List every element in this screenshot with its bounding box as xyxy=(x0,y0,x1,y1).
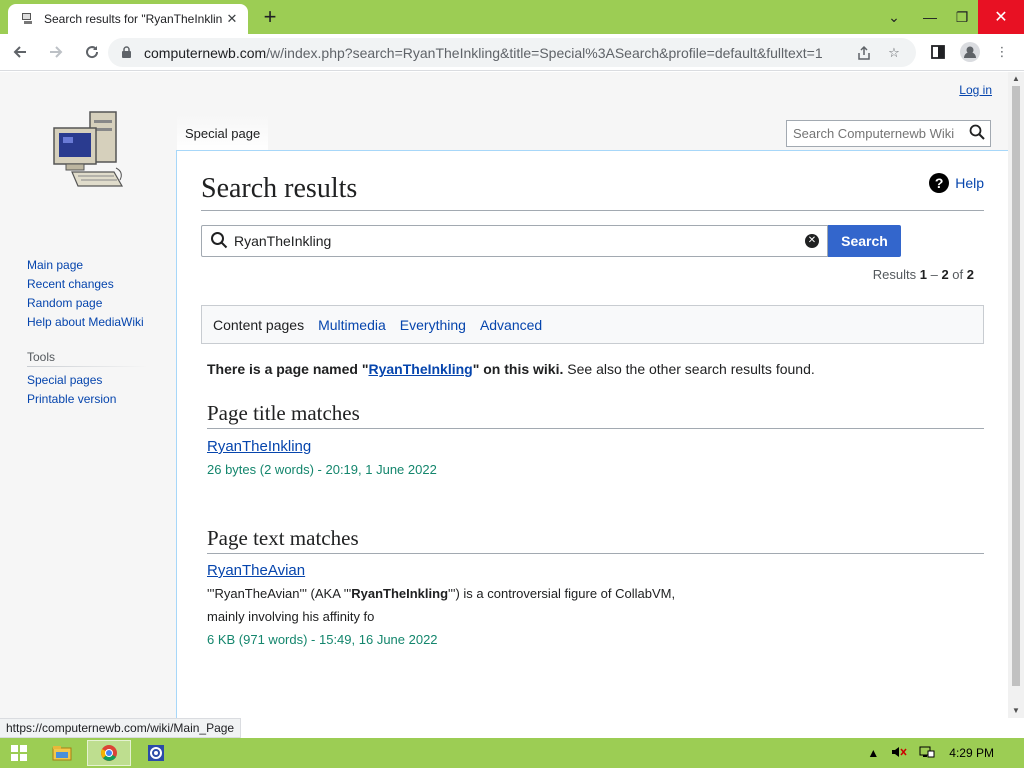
tab-multimedia[interactable]: Multimedia xyxy=(318,317,386,333)
taskbar-clock[interactable]: 4:29 PM xyxy=(949,746,994,760)
header-search[interactable] xyxy=(786,120,991,147)
title-match-result: RyanTheInkling 26 bytes (2 words) - 20:1… xyxy=(207,435,437,481)
volume-muted-icon[interactable] xyxy=(891,745,907,762)
sidebar-item-special-pages[interactable]: Special pages xyxy=(27,371,147,390)
forward-button[interactable] xyxy=(40,36,72,68)
main-search-form: ✕ Search xyxy=(201,225,901,257)
sidebar-item-recent-changes[interactable]: Recent changes xyxy=(27,275,144,294)
tab-search-icon[interactable]: ⌄ xyxy=(874,0,914,34)
start-button[interactable] xyxy=(0,738,38,768)
close-window-button[interactable]: ✕ xyxy=(978,0,1024,34)
scrollbar-thumb[interactable] xyxy=(1012,86,1020,686)
page-exists-notice: There is a page named "RyanTheInkling" o… xyxy=(207,361,815,377)
wiki-page: Main page Recent changes Random page Hel… xyxy=(0,72,1008,718)
text-match-result: RyanTheAvian '''RyanTheAvian''' (AKA '''… xyxy=(207,559,675,651)
page-scrollbar[interactable]: ▲ ▼ xyxy=(1008,72,1024,718)
main-search-box[interactable]: ✕ xyxy=(201,225,828,257)
search-icon[interactable] xyxy=(969,124,985,143)
chrome-icon[interactable] xyxy=(87,740,131,766)
wiki-favicon-icon xyxy=(20,11,36,27)
tools-heading: Tools xyxy=(27,350,147,367)
result-snippet-line2: mainly involving his affinity fo xyxy=(207,609,375,624)
login-link[interactable]: Log in xyxy=(959,83,992,97)
title-matches-heading: Page title matches xyxy=(207,401,984,429)
url-text[interactable]: computernewb.com/w/index.php?search=Ryan… xyxy=(144,45,846,61)
sidebar-item-main-page[interactable]: Main page xyxy=(27,256,144,275)
side-panel-icon[interactable] xyxy=(922,36,954,68)
settings-app-icon[interactable] xyxy=(134,740,178,766)
result-meta: 6 KB (971 words) - 15:49, 16 June 2022 xyxy=(207,632,438,647)
search-button[interactable]: Search xyxy=(828,225,901,257)
results-count: Results 1 – 2 of 2 xyxy=(872,267,974,282)
lock-icon[interactable] xyxy=(118,45,134,61)
sidebar-item-printable-version[interactable]: Printable version xyxy=(27,390,147,409)
status-url: https://computernewb.com/wiki/Main_Page xyxy=(0,718,242,738)
tab-close-icon[interactable]: ✕ xyxy=(224,11,240,27)
text-matches-heading: Page text matches xyxy=(207,526,984,554)
restore-button[interactable]: ❐ xyxy=(946,0,978,34)
result-snippet: '''RyanTheAvian''' (AKA '''RyanTheInklin… xyxy=(207,586,676,601)
browser-toolbar: computernewb.com/w/index.php?search=Ryan… xyxy=(0,34,1024,71)
tray-overflow-icon[interactable]: ▲ xyxy=(867,746,879,760)
content-area: Search results ? Help ✕ Search Results 1… xyxy=(176,150,1008,718)
reload-button[interactable] xyxy=(76,36,108,68)
new-tab-button[interactable]: + xyxy=(258,6,282,30)
result-title-link[interactable]: RyanTheAvian xyxy=(207,562,305,579)
taskbar: ▲ 4:29 PM xyxy=(0,738,1024,768)
sidebar-item-help[interactable]: Help about MediaWiki xyxy=(27,313,144,332)
header-search-input[interactable] xyxy=(793,126,969,141)
scroll-down-icon[interactable]: ▼ xyxy=(1008,704,1024,718)
clear-search-icon[interactable]: ✕ xyxy=(805,234,819,248)
browser-tab[interactable]: Search results for "RyanTheInklin ✕ xyxy=(8,4,248,34)
address-bar[interactable]: computernewb.com/w/index.php?search=Ryan… xyxy=(108,38,916,67)
page-title: Search results xyxy=(201,171,984,211)
system-tray: ▲ 4:29 PM xyxy=(861,738,1024,768)
sidebar-navigation: Main page Recent changes Random page Hel… xyxy=(27,256,144,332)
existing-page-link[interactable]: RyanTheInkling xyxy=(368,361,472,377)
windows-icon xyxy=(11,745,27,761)
minimize-button[interactable]: — xyxy=(914,0,946,34)
browser-tabstrip: Search results for "RyanTheInklin ✕ + ⌄ … xyxy=(0,0,1024,34)
back-button[interactable] xyxy=(4,36,36,68)
file-explorer-icon[interactable] xyxy=(40,740,84,766)
tab-advanced[interactable]: Advanced xyxy=(480,317,542,333)
browser-menu-icon[interactable]: ⋮ xyxy=(986,36,1018,68)
sidebar-tools: Tools Special pages Printable version xyxy=(27,350,147,409)
network-icon[interactable] xyxy=(919,745,935,762)
search-profile-tabs: Content pages Multimedia Everything Adva… xyxy=(201,305,984,344)
share-icon[interactable] xyxy=(852,41,876,65)
tab-everything[interactable]: Everything xyxy=(400,317,466,333)
result-meta: 26 bytes (2 words) - 20:19, 1 June 2022 xyxy=(207,462,437,477)
help-link[interactable]: ? Help xyxy=(929,173,984,193)
scroll-up-icon[interactable]: ▲ xyxy=(1008,72,1024,86)
tab-content-pages[interactable]: Content pages xyxy=(213,317,304,333)
tab-special-page[interactable]: Special page xyxy=(177,114,269,152)
search-icon xyxy=(210,231,228,252)
main-search-input[interactable] xyxy=(234,233,805,249)
tab-title: Search results for "RyanTheInklin xyxy=(44,12,223,26)
help-icon[interactable]: ? xyxy=(929,173,950,193)
sidebar-item-random-page[interactable]: Random page xyxy=(27,294,144,313)
bookmark-star-icon[interactable]: ☆ xyxy=(882,41,906,65)
profile-avatar-icon[interactable] xyxy=(954,36,986,68)
wiki-logo[interactable] xyxy=(48,106,128,196)
result-title-link[interactable]: RyanTheInkling xyxy=(207,438,311,455)
